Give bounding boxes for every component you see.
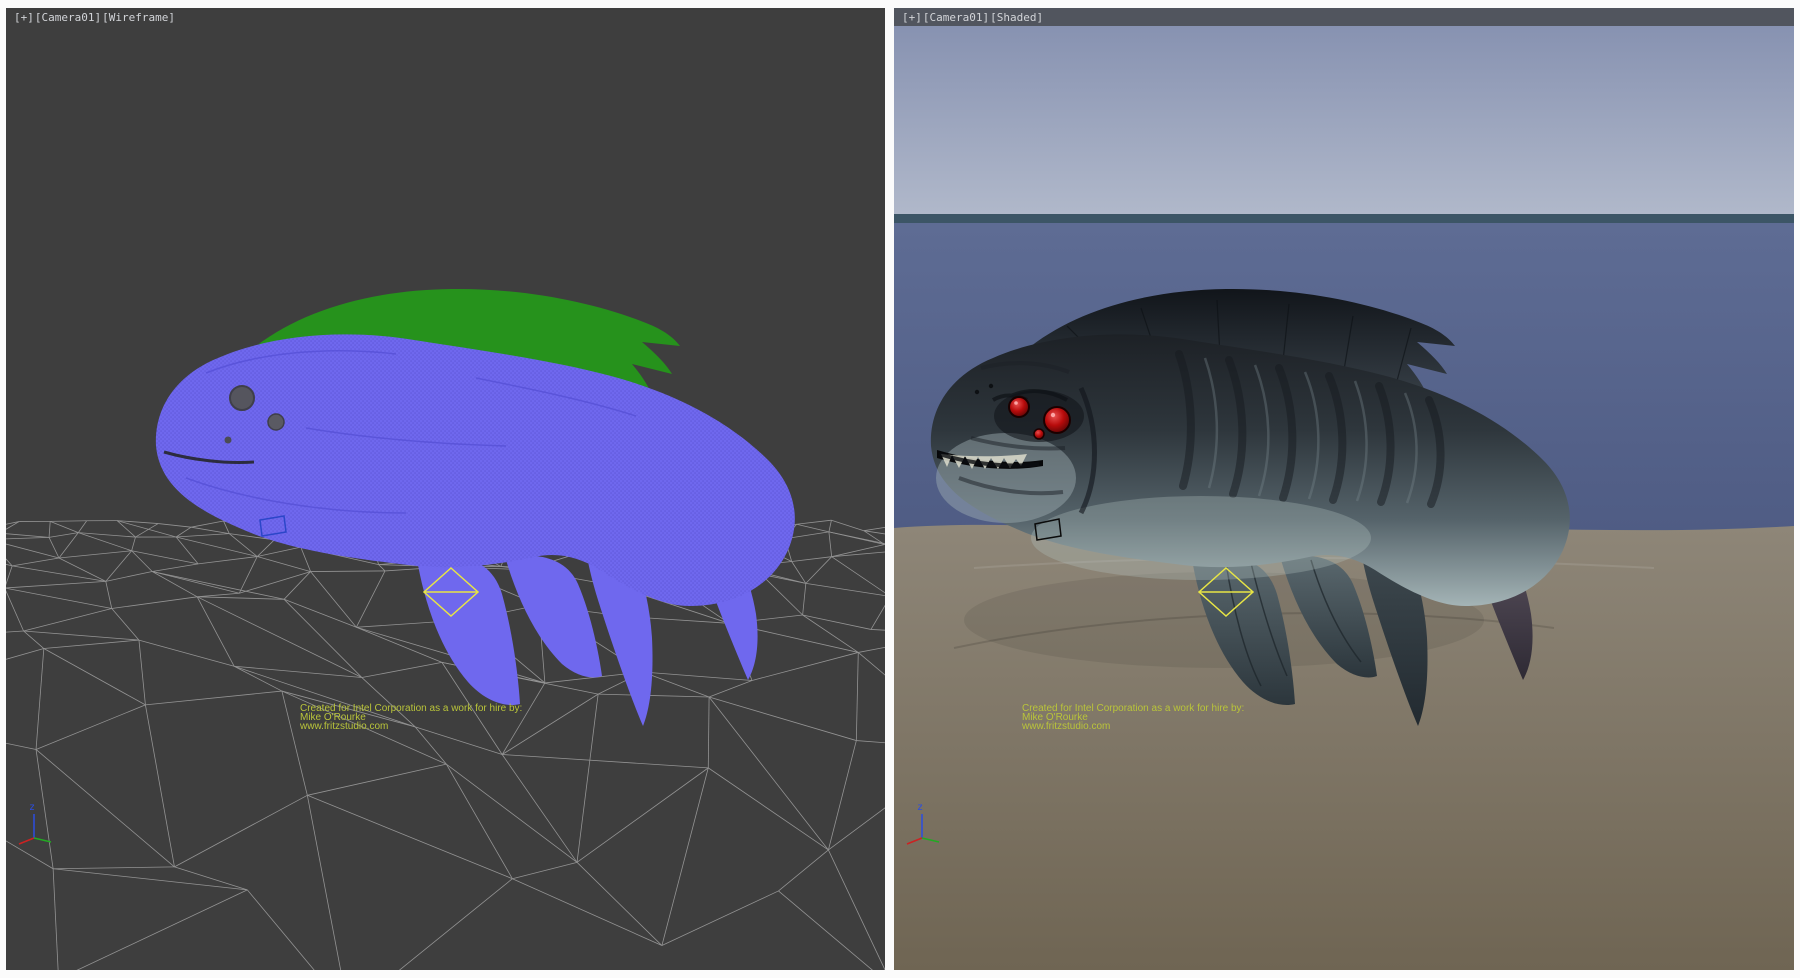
eye-medium-specular: [1014, 401, 1018, 405]
eye-large: [1044, 407, 1070, 433]
axis-z-label: z: [917, 802, 923, 813]
credit-line-3: www.fritzstudio.com: [300, 722, 522, 731]
wireframe-scene: [6, 8, 885, 970]
shaded-scene: [894, 8, 1794, 970]
sky-background: [894, 26, 1794, 214]
viewport-pov-menu[interactable]: [Camera01]: [923, 11, 989, 24]
credit-line-3: www.fritzstudio.com: [1022, 722, 1244, 731]
viewport-general-menu[interactable]: [+]: [14, 11, 34, 24]
viewport-wireframe[interactable]: [+] [Camera01] [Wireframe]: [6, 8, 885, 970]
axis-z-label: z: [29, 802, 35, 813]
viewport-area: [+] [Camera01] [Wireframe]: [0, 0, 1800, 978]
viewport-general-menu[interactable]: [+]: [902, 11, 922, 24]
viewport-shaded[interactable]: [+] [Camera01] [Shaded]: [894, 8, 1794, 970]
world-axis-gizmo: z: [16, 798, 62, 846]
eye-large: [230, 386, 254, 410]
nostril-dot: [225, 437, 232, 444]
eye-large-specular: [1051, 413, 1055, 417]
nostril-dot-b: [989, 384, 993, 388]
nostril-dot-a: [975, 390, 979, 394]
world-axis-gizmo: z: [904, 798, 950, 846]
scene-credit-text: Created for Intel Corporation as a work …: [300, 704, 522, 731]
viewport-label: [+] [Camera01] [Wireframe]: [14, 11, 175, 24]
axis-y-line: [34, 838, 51, 842]
fish-wireframe-model[interactable]: [156, 334, 795, 726]
pelvic-fin-b: [506, 556, 602, 678]
axis-x-line: [19, 838, 34, 844]
horizon-band: [894, 214, 1794, 223]
axis-x-line: [907, 838, 922, 844]
eye-small: [268, 414, 284, 430]
viewport-shading-menu[interactable]: [Wireframe]: [102, 11, 175, 24]
eye-medium: [1009, 397, 1029, 417]
viewport-pov-menu[interactable]: [Camera01]: [35, 11, 101, 24]
scene-credit-text: Created for Intel Corporation as a work …: [1022, 704, 1244, 731]
viewport-label: [+] [Camera01] [Shaded]: [902, 11, 1043, 24]
eye-small: [1034, 429, 1044, 439]
viewport-shading-menu[interactable]: [Shaded]: [990, 11, 1043, 24]
pelvic-fin-a: [418, 558, 520, 705]
axis-y-line: [922, 838, 939, 842]
wireframe-stipple-overlay: [156, 334, 795, 606]
